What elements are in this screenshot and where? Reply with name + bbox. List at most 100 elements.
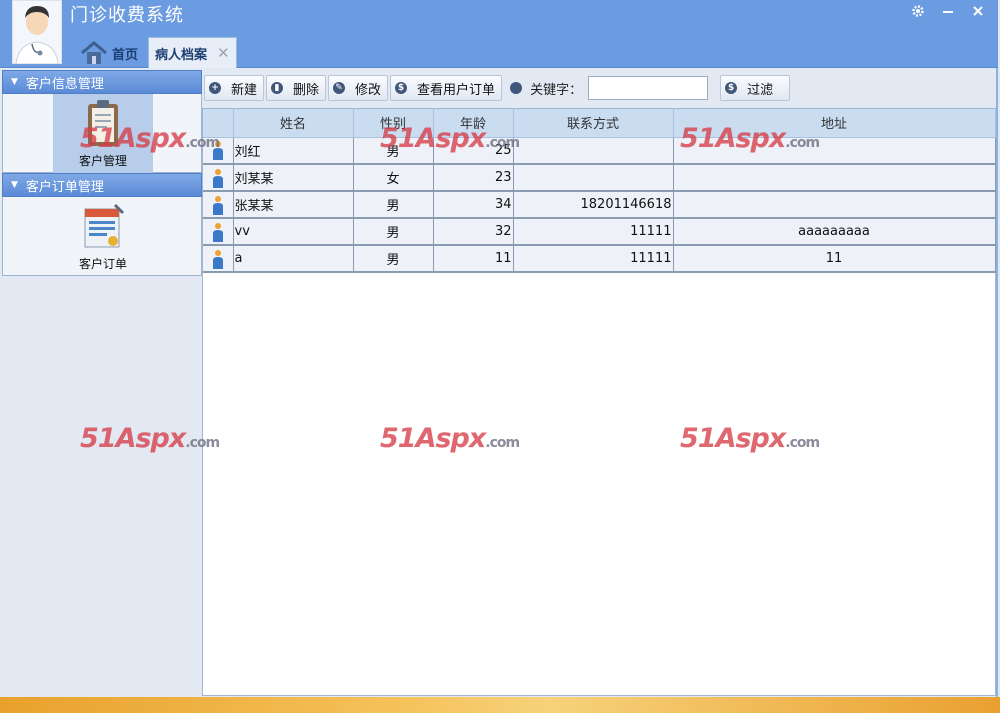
table-row[interactable]: vv 男 32 11111 aaaaaaaaa: [203, 218, 996, 246]
cell-name: 刘某某: [233, 164, 354, 192]
filter-button-label: 过滤: [747, 82, 774, 98]
sidebar-item-customer-orders[interactable]: 客户订单: [53, 197, 153, 276]
sidebar-section-body: 客户订单: [2, 197, 202, 276]
app-window: 门诊收费系统 首页 病人档案 ✕ ▼ 客户信息管理 客户管理 ▼ 客户订单管理 …: [0, 0, 998, 697]
cell-gender: 男: [353, 191, 434, 219]
close-icon[interactable]: [970, 2, 986, 20]
cell-address: [673, 164, 996, 192]
view-orders-button[interactable]: $ 查看用户订单: [390, 75, 503, 101]
cell-contact: 11111: [513, 245, 674, 273]
user-avatar-icon: [12, 0, 62, 64]
tab-close-icon[interactable]: ✕: [217, 44, 230, 62]
keyword-label: 关键字：: [510, 79, 582, 98]
patient-table: 姓名 性别 年龄 联系方式 地址 刘红男 25 刘某某女 23 张某某男 34 182011…: [203, 109, 996, 273]
table-row[interactable]: 刘红男 25: [203, 137, 996, 165]
sidebar-section-customer-info[interactable]: ▼ 客户信息管理: [2, 70, 202, 94]
expand-triangle-icon: ▼: [11, 180, 18, 190]
new-button-label: 新建: [231, 82, 258, 98]
person-icon: [212, 249, 224, 269]
tab-home[interactable]: 首页: [78, 38, 144, 68]
sidebar-section-title: 客户订单管理: [25, 179, 104, 195]
person-icon: [212, 141, 224, 161]
dollar-icon: $: [725, 82, 738, 94]
cell-name: vv: [233, 218, 354, 246]
person-icon: [212, 222, 224, 242]
cell-age: 11: [433, 245, 514, 273]
desktop-background-strip: [0, 697, 1000, 713]
column-header-gender[interactable]: 性别: [353, 109, 434, 138]
delete-button-label: 删除: [293, 82, 320, 98]
sidebar-section-title: 客户信息管理: [25, 76, 104, 92]
row-person-icon: [203, 164, 234, 192]
cell-address: aaaaaaaaa: [673, 218, 996, 246]
sidebar-item-label: 客户订单: [78, 257, 127, 271]
expand-triangle-icon: ▼: [11, 77, 18, 87]
tab-strip: 首页 病人档案 ✕: [78, 36, 237, 68]
column-header-contact[interactable]: 联系方式: [513, 109, 674, 138]
keyword-label-text: 关键字：: [530, 82, 583, 98]
sidebar-section-customer-orders[interactable]: ▼ 客户订单管理: [2, 173, 202, 197]
cell-gender: 男: [353, 218, 434, 246]
tab-patient-records[interactable]: 病人档案 ✕: [148, 37, 237, 68]
person-icon: [212, 195, 224, 215]
cell-age: 25: [433, 137, 514, 165]
cell-age: 32: [433, 218, 514, 246]
table-header-row: 姓名 性别 年龄 联系方式 地址: [203, 109, 996, 138]
column-header-icon: [203, 109, 234, 138]
row-person-icon: [203, 218, 234, 246]
sidebar: ▼ 客户信息管理 客户管理 ▼ 客户订单管理 客户订单: [2, 70, 202, 276]
cell-contact: [513, 164, 674, 192]
patient-grid: 姓名 性别 年龄 联系方式 地址 刘红男 25 刘某某女 23 张某某男 34 182011…: [202, 108, 996, 696]
app-header: 门诊收费系统 首页 病人档案 ✕: [0, 0, 998, 68]
window-controls: [910, 2, 986, 20]
cell-gender: 男: [353, 137, 434, 165]
cell-contact: 18201146618: [513, 191, 674, 219]
delete-button[interactable]: ▮ 删除: [266, 75, 327, 101]
cell-contact: [513, 137, 674, 165]
column-header-address[interactable]: 地址: [673, 109, 996, 138]
main-content: + 新建 ▮ 删除 ✎ 修改 $ 查看用户订单 关键字： $ 过滤 姓名 性别 …: [202, 70, 996, 696]
cell-age: 23: [433, 164, 514, 192]
cell-contact: 11111: [513, 218, 674, 246]
new-button[interactable]: + 新建: [204, 75, 265, 101]
cell-age: 34: [433, 191, 514, 219]
cell-gender: 女: [353, 164, 434, 192]
cell-name: a: [233, 245, 354, 273]
settings-gear-icon[interactable]: [910, 2, 926, 20]
sidebar-item-customer-management[interactable]: 客户管理: [53, 94, 153, 173]
edit-button[interactable]: ✎ 修改: [328, 75, 389, 101]
clipboard-icon: [88, 100, 118, 146]
table-row[interactable]: 刘某某女 23: [203, 164, 996, 192]
home-icon: [81, 41, 107, 64]
pencil-icon: ✎: [333, 82, 346, 94]
cell-gender: 男: [353, 245, 434, 273]
cell-address: [673, 137, 996, 165]
column-header-age[interactable]: 年龄: [433, 109, 514, 138]
cell-address: 11: [673, 245, 996, 273]
table-body: 刘红男 25 刘某某女 23 张某某男 34 18201146618 vv 男 32 11111 aa…: [203, 137, 996, 273]
tab-patient-records-label: 病人档案: [155, 47, 208, 63]
trash-icon: ▮: [271, 82, 284, 94]
cell-address: [673, 191, 996, 219]
app-title: 门诊收费系统: [70, 5, 184, 26]
edit-button-label: 修改: [355, 82, 382, 98]
sidebar-section-body: 客户管理: [2, 94, 202, 173]
person-icon: [212, 168, 224, 188]
row-person-icon: [203, 137, 234, 165]
column-header-name[interactable]: 姓名: [233, 109, 354, 138]
dollar-icon: $: [395, 82, 408, 94]
cell-name: 张某某: [233, 191, 354, 219]
row-person-icon: [203, 191, 234, 219]
order-card-icon: [84, 203, 125, 248]
tab-home-label: 首页: [112, 47, 139, 63]
minimize-icon[interactable]: [940, 2, 956, 20]
table-row[interactable]: 张某某男 34 18201146618: [203, 191, 996, 219]
view-orders-button-label: 查看用户订单: [417, 82, 496, 98]
keyword-input[interactable]: [588, 76, 709, 100]
plus-icon: +: [209, 82, 221, 94]
filter-button[interactable]: $ 过滤: [720, 75, 791, 101]
list-icon: [510, 82, 523, 94]
row-person-icon: [203, 245, 234, 273]
sidebar-item-label: 客户管理: [78, 154, 127, 168]
table-row[interactable]: a 男 11 11111 11: [203, 245, 996, 273]
